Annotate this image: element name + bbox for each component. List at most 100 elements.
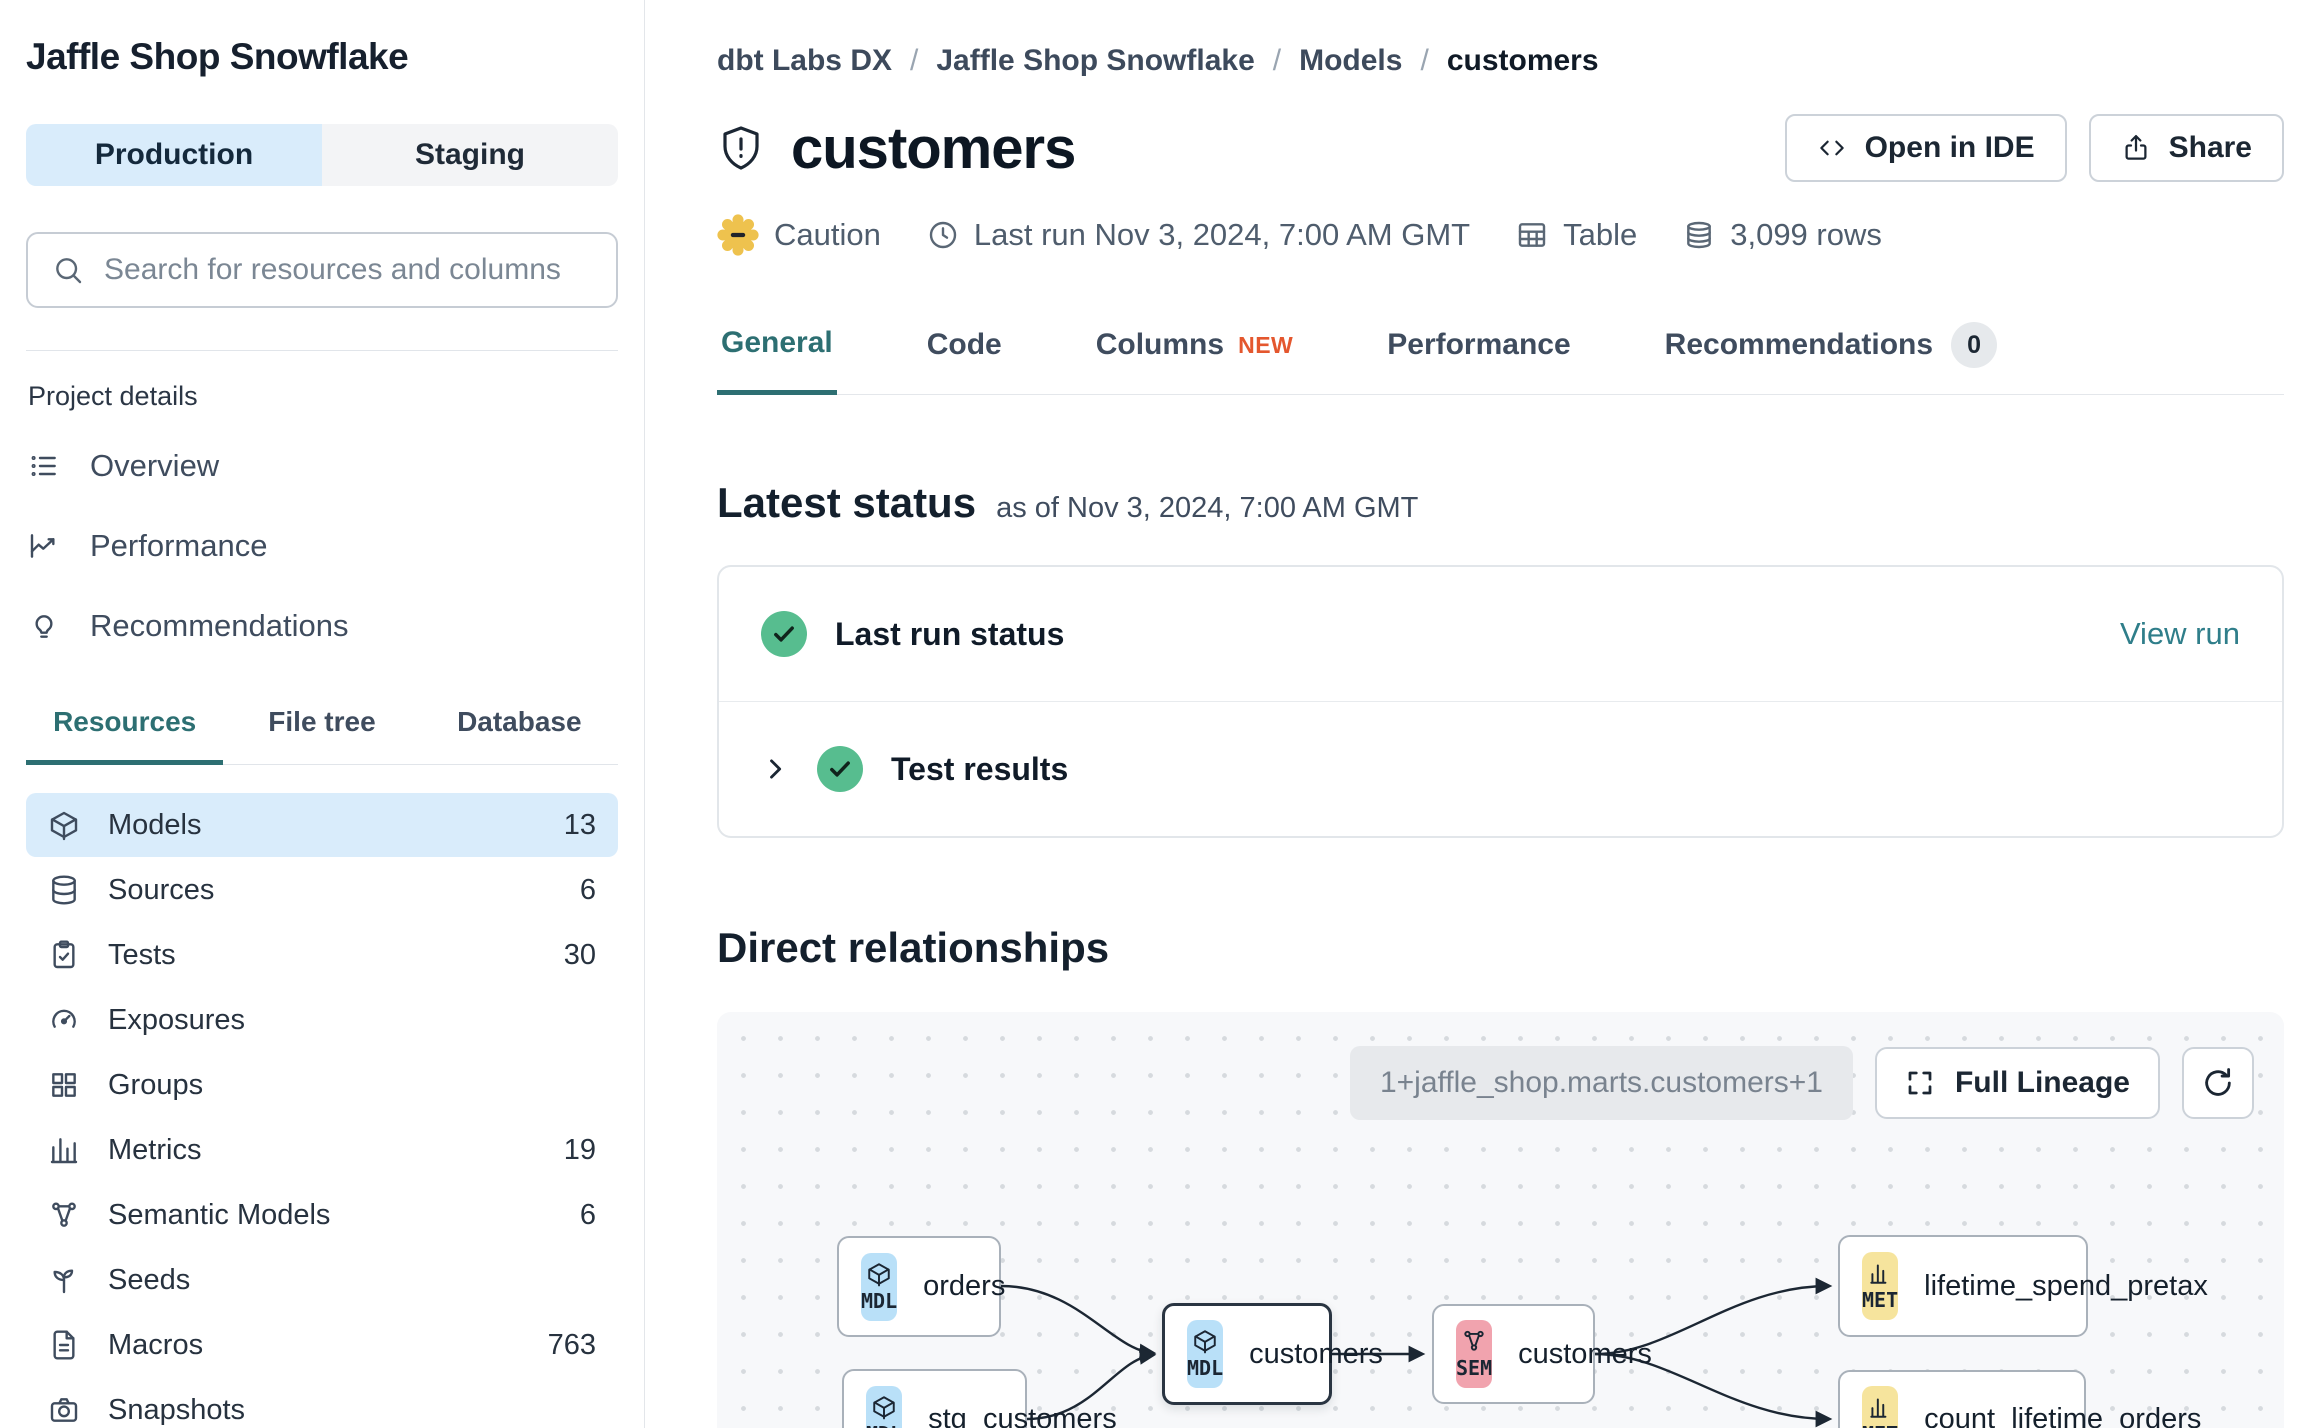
breadcrumb-separator: / xyxy=(910,44,919,77)
full-lineage-button[interactable]: Full Lineage xyxy=(1874,1047,2160,1119)
sidebar-item-overview[interactable]: Overview xyxy=(26,426,618,506)
last-run-label: Last run Nov 3, 2024, 7:00 AM GMT xyxy=(973,217,1471,252)
tab-file-tree[interactable]: File tree xyxy=(223,706,420,764)
sidebar-item-metrics[interactable]: Metrics 19 xyxy=(26,1118,618,1182)
production-toggle-button[interactable]: Production xyxy=(26,124,322,186)
tab-label: Recommendations xyxy=(1664,328,1934,361)
lineage-node-orders[interactable]: MDL orders xyxy=(837,1236,1005,1337)
sidebar-item-label: Recommendations xyxy=(90,608,349,643)
tab-performance[interactable]: Performance xyxy=(1383,322,1574,394)
direct-relationships-heading: Direct relationships xyxy=(717,924,2284,972)
sidebar-item-exposures[interactable]: Exposures xyxy=(26,988,618,1052)
last-run-meta: Last run Nov 3, 2024, 7:00 AM GMT xyxy=(927,217,1470,253)
cube-icon xyxy=(1194,1330,1216,1354)
tab-code[interactable]: Code xyxy=(923,322,1006,394)
project-details-label: Project details xyxy=(28,381,198,411)
model-badge: MDL xyxy=(861,1252,898,1321)
node-label: count_lifetime_orders xyxy=(1924,1403,2202,1428)
network-icon xyxy=(1464,1330,1484,1351)
materialization-meta: Table xyxy=(1516,217,1637,253)
sidebar-item-sources[interactable]: Sources 6 xyxy=(26,858,618,922)
node-label: stg_customers xyxy=(928,1403,1117,1428)
resource-count: 6 xyxy=(579,1198,596,1231)
resource-label: Groups xyxy=(108,1068,204,1101)
sidebar-item-macros[interactable]: Macros 763 xyxy=(26,1313,618,1377)
title-row: customers Open in IDE Share xyxy=(717,114,2284,182)
resource-label: Seeds xyxy=(108,1263,191,1296)
resource-label: Metrics xyxy=(108,1133,202,1166)
resource-label: Macros xyxy=(108,1328,204,1361)
grid-icon xyxy=(48,1069,80,1101)
row-count-label: 3,099 rows xyxy=(1730,217,1882,252)
lineage-node-customers-model[interactable]: MDL customers xyxy=(1162,1303,1383,1405)
sidebar-item-models[interactable]: Models 13 xyxy=(26,793,618,857)
lineage-node-count-lifetime-orders[interactable]: MET count_lifetime_orders xyxy=(1838,1370,2201,1428)
shield-icon xyxy=(717,124,765,172)
materialization-label: Table xyxy=(1563,217,1638,252)
test-results-row[interactable]: Test results xyxy=(719,701,2282,836)
latest-status-card: Last run status View run Test results xyxy=(717,565,2284,838)
sidebar-item-snapshots[interactable]: Snapshots xyxy=(26,1378,618,1428)
dbt-explorer-app: Jaffle Shop Snowflake Production Staging… xyxy=(0,0,2316,1428)
view-run-link[interactable]: View run xyxy=(2120,616,2240,652)
open-in-ide-button[interactable]: Open in IDE xyxy=(1784,114,2067,182)
resource-count: 30 xyxy=(563,938,596,971)
refresh-lineage-button[interactable] xyxy=(2182,1047,2254,1119)
success-check-icon xyxy=(817,746,863,792)
environment-toggle: Production Staging xyxy=(26,124,618,186)
chart-line-icon xyxy=(28,530,60,562)
model-tabs: General Code Columns NEW Performance Rec… xyxy=(717,322,2284,395)
tab-recommendations[interactable]: Recommendations 0 xyxy=(1661,322,2001,394)
staging-toggle-button[interactable]: Staging xyxy=(322,124,618,186)
breadcrumb-separator: / xyxy=(1272,44,1282,77)
breadcrumb-project[interactable]: Jaffle Shop Snowflake xyxy=(936,44,1254,78)
tab-columns[interactable]: Columns NEW xyxy=(1092,322,1298,394)
tab-label: Performance xyxy=(1387,328,1571,361)
rows-icon xyxy=(1683,219,1715,251)
caution-icon xyxy=(717,214,759,256)
section-title: Latest status xyxy=(717,479,977,526)
breadcrumb-models[interactable]: Models xyxy=(1299,44,1402,78)
tab-resources[interactable]: Resources xyxy=(26,706,224,765)
lineage-node-lifetime-spend-pretax[interactable]: MET lifetime_spend_pretax xyxy=(1838,1235,2208,1337)
tab-database[interactable]: Database xyxy=(421,706,618,764)
tab-label: Columns xyxy=(1095,328,1225,361)
sidebar-item-seeds[interactable]: Seeds xyxy=(26,1248,618,1312)
sidebar-item-label: Overview xyxy=(90,448,220,483)
node-label: customers xyxy=(1249,1337,1383,1370)
chevron-right-icon[interactable] xyxy=(761,755,789,783)
share-button[interactable]: Share xyxy=(2088,114,2284,182)
sidebar-item-recommendations[interactable]: Recommendations xyxy=(26,586,618,666)
lineage-node-stg-customers[interactable]: MDL stg_customers xyxy=(842,1369,1117,1428)
tab-general[interactable]: General xyxy=(717,322,837,395)
sidebar-item-groups[interactable]: Groups xyxy=(26,1053,618,1117)
table-icon xyxy=(1516,219,1548,251)
clock-icon xyxy=(927,219,959,251)
resource-label: Sources xyxy=(108,873,215,906)
cube-icon xyxy=(873,1395,895,1419)
resource-list: Models 13 Sources 6 Tests 30 Exposures G… xyxy=(26,793,618,1428)
share-icon xyxy=(2121,133,2151,163)
list-icon xyxy=(28,450,60,482)
as-of-timestamp: as of Nov 3, 2024, 7:00 AM GMT xyxy=(996,492,1419,524)
open-in-ide-label: Open in IDE xyxy=(1864,131,2035,164)
lineage-canvas[interactable]: 1+jaffle_shop.marts.customers+1 Full Lin… xyxy=(717,1012,2284,1428)
lineage-node-customers-semantic[interactable]: SEM customers xyxy=(1432,1304,1652,1404)
sidebar-search[interactable] xyxy=(26,232,618,308)
success-check-icon xyxy=(761,611,807,657)
sidebar-item-label: Performance xyxy=(90,528,268,563)
breadcrumb: dbt Labs DX / Jaffle Shop Snowflake / Mo… xyxy=(717,44,2284,78)
resource-label: Snapshots xyxy=(108,1393,246,1426)
sidebar: Jaffle Shop Snowflake Production Staging… xyxy=(0,0,645,1428)
search-input[interactable] xyxy=(104,253,592,287)
title-actions: Open in IDE Share xyxy=(1784,114,2284,182)
breadcrumb-account[interactable]: dbt Labs DX xyxy=(717,44,892,78)
semantic-model-badge: SEM xyxy=(1456,1320,1493,1388)
sidebar-item-semantic-models[interactable]: Semantic Models 6 xyxy=(26,1183,618,1247)
lineage-selector: 1+jaffle_shop.marts.customers+1 xyxy=(1349,1046,1853,1120)
sidebar-divider xyxy=(26,350,618,351)
full-lineage-label: Full Lineage xyxy=(1954,1066,2130,1099)
sidebar-item-tests[interactable]: Tests 30 xyxy=(26,923,618,987)
node-label: customers xyxy=(1518,1337,1652,1370)
sidebar-item-performance[interactable]: Performance xyxy=(26,506,618,586)
